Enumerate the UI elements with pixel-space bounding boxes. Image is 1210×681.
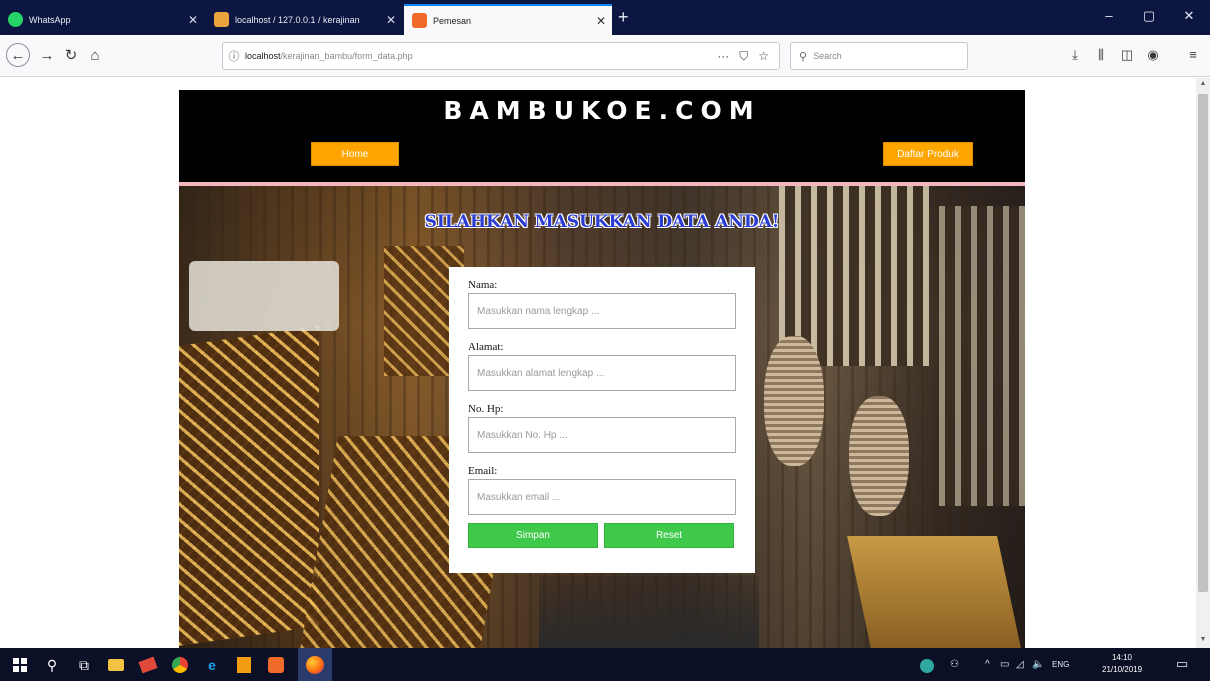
tab-title: WhatsApp	[29, 14, 71, 25]
windows-start-icon[interactable]	[10, 655, 30, 675]
browser-tab-strip: WhatsApp ✕ localhost / 127.0.0.1 / keraj…	[0, 0, 1210, 35]
page-viewport: BAMBUKOE.COM Home Daftar Produk SILAHKAN…	[0, 78, 1196, 648]
form-buttons: Simpan Reset	[468, 523, 736, 548]
forward-arrow-icon: →	[39, 46, 55, 64]
menu-icon[interactable]: ≡	[1182, 47, 1204, 62]
close-icon[interactable]: ✕	[590, 14, 612, 28]
edge-icon[interactable]: e	[202, 655, 222, 675]
site-info-icon[interactable]: ⓘ	[223, 48, 245, 64]
page-actions-icon[interactable]: ···	[717, 49, 729, 64]
order-form: Nama: Alamat: No. Hp: Email: Simpan Rese…	[449, 267, 755, 573]
workshop-floor	[539, 576, 759, 648]
network-icon[interactable]: ◿	[1016, 659, 1024, 670]
notification-icon[interactable]: ▭	[1176, 656, 1188, 672]
sidebar-icon[interactable]: ◫	[1116, 47, 1138, 63]
nama-input[interactable]	[468, 293, 736, 329]
tray-app-icon[interactable]	[920, 659, 934, 676]
hp-input[interactable]	[468, 417, 736, 453]
email-input[interactable]	[468, 479, 736, 515]
maximize-button[interactable]: ▢	[1134, 8, 1164, 24]
back-button[interactable]: ←	[6, 43, 30, 67]
forward-button[interactable]: →	[34, 42, 60, 68]
page-icon	[412, 13, 427, 28]
sublime-icon[interactable]	[234, 655, 254, 675]
nama-label: Nama:	[468, 279, 498, 291]
tab-phpmyadmin[interactable]: localhost / 127.0.0.1 / kerajinan ✕	[206, 4, 402, 35]
firefox-icon[interactable]	[298, 648, 332, 681]
show-hidden-icons[interactable]: ^	[985, 659, 990, 670]
email-label: Email:	[468, 465, 498, 477]
browser-navbar: ← → ↻ ⌂ ⓘ localhost/kerajinan_bambu/form…	[0, 35, 1210, 77]
back-arrow-icon: ←	[10, 46, 26, 64]
close-icon[interactable]: ✕	[380, 13, 402, 27]
url-path: /kerajinan_bambu/form_data.php	[280, 51, 413, 61]
basket-right	[849, 396, 909, 516]
volume-icon[interactable]: 🔈	[1032, 659, 1044, 670]
site-brand: BAMBUKOE.COM	[443, 96, 761, 125]
chrome-icon[interactable]	[170, 655, 190, 675]
tab-title: Pemesan	[433, 15, 472, 26]
whatsapp-icon	[8, 12, 23, 27]
minimize-button[interactable]: –	[1094, 8, 1124, 23]
simpan-button[interactable]: Simpan	[468, 523, 598, 548]
file-explorer-icon[interactable]	[106, 655, 126, 675]
library-icon[interactable]: ⫼	[1090, 47, 1112, 63]
new-tab-button[interactable]: +	[618, 6, 629, 28]
url-bar[interactable]: ⓘ localhost/kerajinan_bambu/form_data.ph…	[222, 42, 780, 70]
tab-whatsapp[interactable]: WhatsApp ✕	[0, 4, 204, 35]
search-placeholder: Search	[813, 51, 842, 61]
bamboo-slats-right	[939, 206, 1025, 506]
basket-left	[764, 336, 824, 466]
bookmark-star-icon[interactable]: ☆	[758, 49, 769, 64]
lamp-shade	[189, 261, 339, 331]
close-window-button[interactable]: ✕	[1174, 8, 1204, 24]
extension-icon[interactable]: ◉	[1142, 47, 1164, 63]
alamat-label: Alamat:	[468, 341, 504, 353]
task-view-icon[interactable]: ⧉	[74, 655, 94, 675]
scroll-thumb[interactable]	[1198, 94, 1208, 592]
battery-icon[interactable]: ▭	[1000, 659, 1009, 670]
reload-button[interactable]: ↻	[58, 42, 84, 68]
vertical-scrollbar[interactable]: ▲ ▼	[1196, 78, 1210, 648]
home-nav-button[interactable]: Home	[311, 142, 399, 166]
form-heading: SILAHKAN MASUKKAN DATA ANDA!	[424, 212, 780, 232]
language-indicator[interactable]: ENG	[1052, 660, 1069, 669]
search-bar[interactable]: ⚲ Search	[790, 42, 968, 70]
tab-title: localhost / 127.0.0.1 / kerajinan	[235, 14, 360, 25]
scroll-up-icon[interactable]: ▲	[1196, 80, 1210, 87]
app-red-icon[interactable]	[138, 655, 158, 675]
clock-date: 21/10/2019	[1102, 665, 1143, 674]
daftar-produk-button[interactable]: Daftar Produk	[883, 142, 973, 166]
home-button[interactable]: ⌂	[82, 42, 108, 68]
url-host: localhost	[245, 51, 281, 61]
pocket-icon[interactable]: ⛉	[739, 49, 748, 64]
scroll-down-icon[interactable]: ▼	[1196, 636, 1210, 643]
close-icon[interactable]: ✕	[182, 13, 204, 27]
windows-taskbar: ⚲ ⧉ e ⚇ ^ ▭ ◿ 🔈 ENG 14:10 21/10/2019 ▭	[0, 648, 1210, 681]
site-header: BAMBUKOE.COM Home Daftar Produk	[179, 90, 1025, 182]
clock[interactable]: 14:10 21/10/2019	[1102, 652, 1142, 676]
phpmyadmin-icon	[214, 12, 229, 27]
bamboo-stool	[847, 536, 1021, 648]
downloads-icon[interactable]: ⤓	[1064, 47, 1086, 63]
home-icon: ⌂	[90, 46, 100, 64]
alamat-input[interactable]	[468, 355, 736, 391]
xampp-icon[interactable]	[266, 655, 286, 675]
people-icon[interactable]: ⚇	[950, 659, 959, 670]
hp-label: No. Hp:	[468, 403, 504, 415]
reset-button[interactable]: Reset	[604, 523, 734, 548]
clock-time: 14:10	[1111, 653, 1133, 662]
reload-icon: ↻	[64, 47, 78, 64]
search-icon: ⚲	[799, 50, 808, 63]
search-icon[interactable]: ⚲	[42, 655, 62, 675]
tab-pemesan[interactable]: Pemesan ✕	[404, 4, 612, 35]
lamp-lattice-left	[179, 326, 319, 646]
